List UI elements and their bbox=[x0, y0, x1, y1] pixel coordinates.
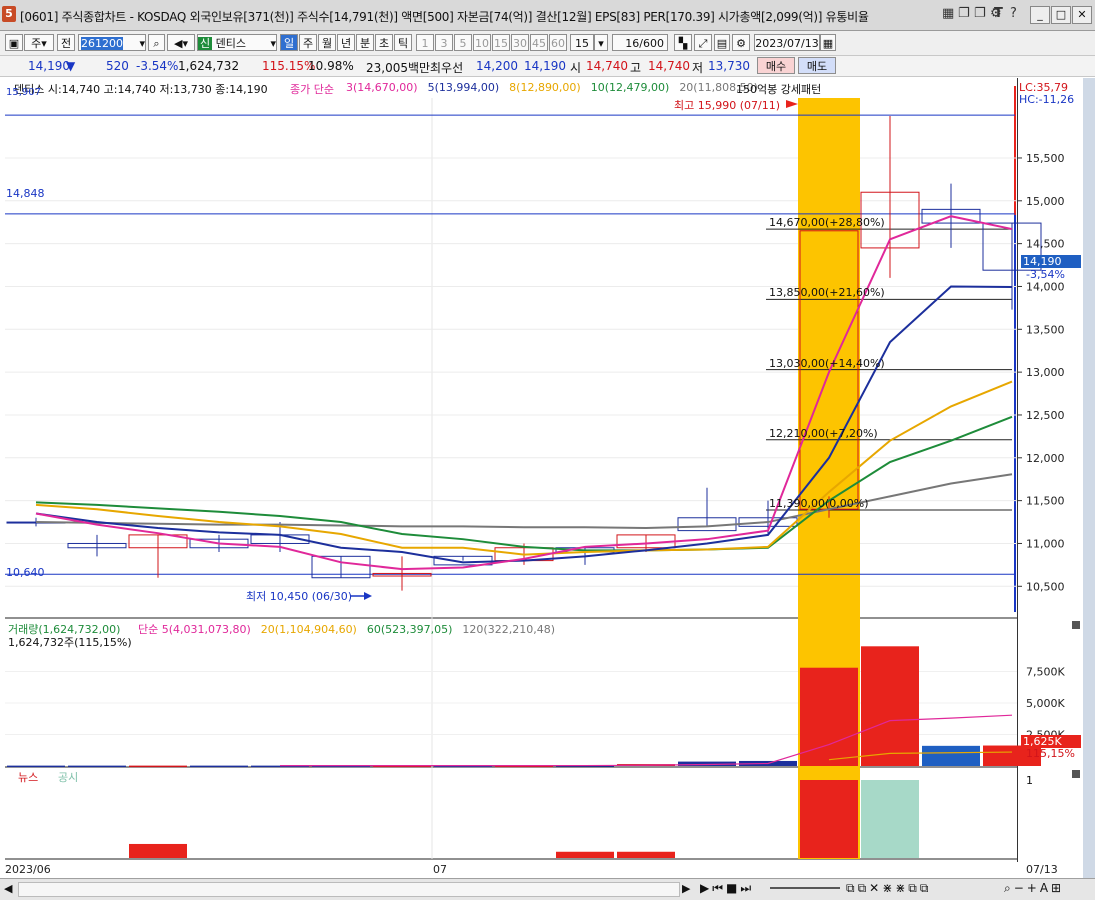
scroll-track[interactable] bbox=[18, 882, 680, 897]
ohlc-legend: 덴티스 시:14,740 고:14,740 저:13,730 종:14,190 bbox=[14, 83, 268, 96]
ma3-line bbox=[35, 215, 1013, 571]
fib-label: 11,390,00(0,00%) bbox=[769, 497, 869, 511]
volume-bar bbox=[68, 765, 126, 768]
ma-legend-item: 5(13,994,00) bbox=[427, 81, 500, 94]
ma-legend-item: 10(12,479,00) bbox=[590, 81, 670, 94]
upper-hline-label: 14,848 bbox=[6, 187, 45, 200]
fib-label: 12,210,00(+7,20%) bbox=[769, 426, 878, 440]
current-pct-tag: -3,54% bbox=[1026, 268, 1065, 281]
price-tick-label: 14,500 bbox=[1026, 238, 1065, 251]
volume-legend: 단순 5(4,031,073,80) 20(1,104,904,60) 60(523… bbox=[138, 621, 565, 637]
price-tick-label: 15,500 bbox=[1026, 152, 1065, 165]
volume-legend-item: 단순 5(4,031,073,80) bbox=[138, 623, 251, 636]
panel-close-icon bbox=[1072, 621, 1080, 629]
scroll-right-icon[interactable]: ▶ bbox=[682, 882, 690, 895]
playback-controls[interactable]: ▶⏮■⏭ bbox=[700, 881, 754, 896]
fib-label: 13,030,00(+14,40%) bbox=[769, 356, 885, 370]
news-bar bbox=[800, 780, 858, 858]
high-arrow-icon bbox=[786, 100, 798, 108]
view-tools-icons[interactable]: ⧉⧉✕⋇⋇⧉⧉ bbox=[846, 881, 931, 896]
scroll-bar: ◀ ▶ ▶⏮■⏭ ⧉⧉✕⋇⋇⧉⧉ ⌕−+A⊞ bbox=[0, 878, 1095, 900]
pattern-label: 150억봉 강세패턴 bbox=[736, 83, 822, 96]
stock-chart: 10,500 11,000 11,500 12,000 12,500 13,000 13,5… bbox=[5, 86, 1080, 876]
news-label[interactable]: 뉴스 bbox=[18, 769, 38, 785]
ma-legend-item: 3(14,670,00) bbox=[346, 81, 418, 94]
date-label: 07/13 bbox=[1026, 863, 1058, 876]
price-tick-label: 13,500 bbox=[1026, 323, 1065, 336]
fib-label: 13,850,00(+21,60%) bbox=[769, 286, 885, 300]
volume-bar bbox=[7, 765, 65, 768]
high-marker: 최고 15,990 (07/11) bbox=[674, 99, 781, 112]
price-tick-label: 13,000 bbox=[1026, 366, 1065, 379]
ma5-line bbox=[35, 285, 1013, 564]
fib-label: 14,670,00(+28,80%) bbox=[769, 216, 885, 230]
news-bar bbox=[617, 851, 675, 858]
top-left-value: 15,907 bbox=[6, 87, 41, 98]
scroll-left-icon[interactable]: ◀ bbox=[4, 882, 12, 895]
volume-legend-item: 60(523,397,05) bbox=[366, 623, 453, 636]
date-label: 2023/06 bbox=[5, 863, 51, 876]
zoom-tools-icons[interactable]: ⌕−+A⊞ bbox=[1004, 881, 1064, 896]
price-tick-label: 14,000 bbox=[1026, 280, 1065, 293]
zoom-slider[interactable] bbox=[770, 887, 840, 889]
volume-bar bbox=[861, 646, 919, 766]
disclosure-label[interactable]: 공시 bbox=[58, 769, 78, 785]
low-marker: 최저 10,450 (06/30) bbox=[246, 590, 353, 603]
ma-legend-item: 8(12,890,00) bbox=[509, 81, 581, 94]
price-tick-label: 12,500 bbox=[1026, 409, 1065, 422]
volume-tick-label: 7,500K bbox=[1026, 666, 1065, 679]
volume-bar bbox=[190, 765, 248, 768]
volume-pct-tag: 115,15% bbox=[1026, 747, 1075, 760]
price-tick-label: 15,000 bbox=[1026, 195, 1065, 208]
current-price-tag: 14,190 bbox=[1021, 255, 1081, 268]
panel-close-icon bbox=[1072, 770, 1080, 778]
news-bar bbox=[861, 780, 919, 858]
price-tick-label: 10,500 bbox=[1026, 580, 1065, 593]
volume-legend-item: 20(1,104,904,60) bbox=[260, 623, 357, 636]
lower-hline-label: 10,640 bbox=[6, 566, 45, 579]
low-arrow-icon bbox=[364, 592, 372, 600]
volume-legend-item: 120(322,210,48) bbox=[462, 623, 555, 636]
price-tick-label: 11,000 bbox=[1026, 537, 1065, 550]
date-label: 07 bbox=[433, 863, 447, 876]
volume-subtext: 1,624,732주(115,15%) bbox=[8, 636, 132, 649]
ma8-line bbox=[35, 380, 1013, 556]
news-bar bbox=[129, 843, 187, 858]
ma-legend-prefix: 종가 단순 bbox=[290, 83, 334, 96]
price-tick-label: 11,500 bbox=[1026, 495, 1065, 508]
hc-value: HC:-11,26 bbox=[1019, 93, 1075, 106]
volume-bar bbox=[922, 745, 980, 766]
price-tick-label: 12,000 bbox=[1026, 452, 1065, 465]
news-axis-one: 1 bbox=[1026, 774, 1033, 787]
news-bar bbox=[556, 851, 614, 858]
volume-tick-label: 5,000K bbox=[1026, 697, 1065, 710]
ma-legend: 3(14,670,00) 5(13,994,00) 8(12,890,00) 10(1… bbox=[346, 81, 768, 94]
volume-bar bbox=[129, 765, 187, 768]
